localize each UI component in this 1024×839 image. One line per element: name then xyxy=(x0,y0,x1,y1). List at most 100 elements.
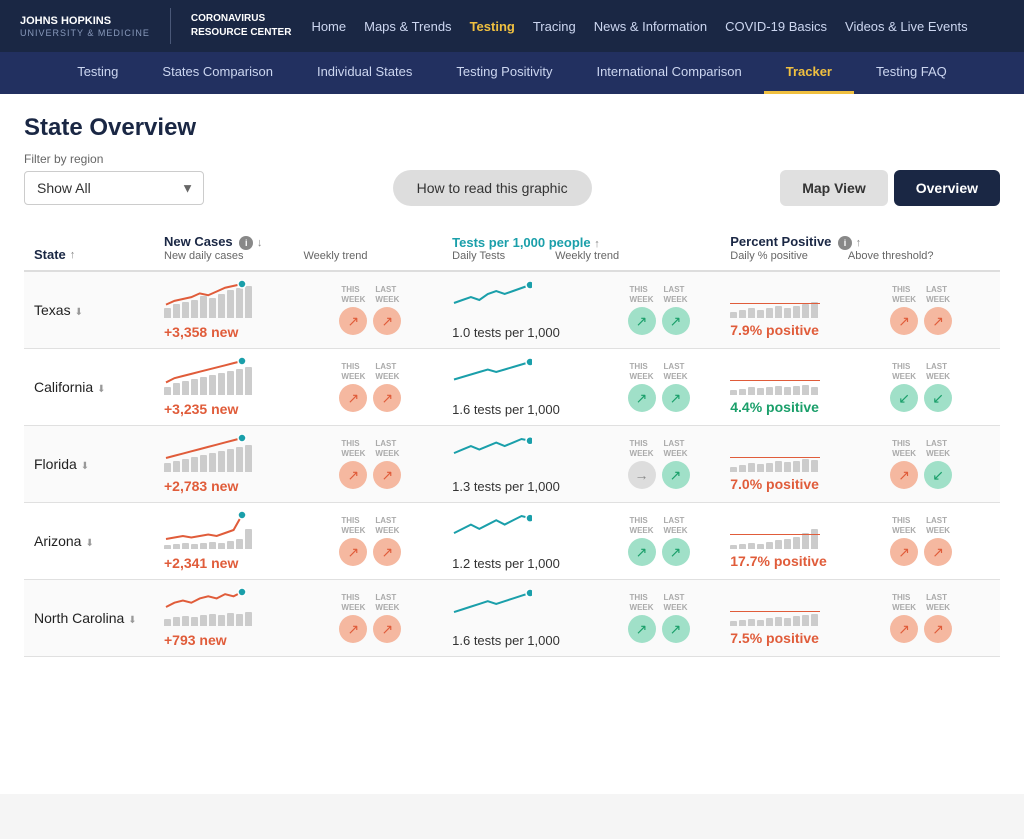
sort-up-icon[interactable]: ↑ xyxy=(70,249,76,261)
filter-label: Filter by region xyxy=(24,152,1000,166)
percent-positive-value: 4.4% positive xyxy=(730,399,870,415)
download-icon[interactable]: ⬇ xyxy=(75,307,83,318)
tests-trend-cell: THISWEEK↗LASTWEEK↗ xyxy=(618,271,721,349)
how-to-button[interactable]: How to read this graphic xyxy=(393,170,592,206)
percent-sort-icon[interactable]: ↑ xyxy=(856,237,862,249)
map-view-button[interactable]: Map View xyxy=(780,170,888,206)
percent-positive-chart xyxy=(730,359,820,395)
subnav-testing[interactable]: Testing xyxy=(55,52,140,94)
main-content: State Overview Filter by region Show All… xyxy=(0,94,1024,794)
trend-arrow-icon: ↗ xyxy=(339,461,367,489)
percent-positive-chart xyxy=(730,590,820,626)
main-nav-links: Home Maps & Trends Testing Tracing News … xyxy=(311,19,967,34)
mini-line-chart xyxy=(452,512,532,548)
state-cell: North Carolina⬇ xyxy=(24,580,154,657)
above-threshold-cell: THISWEEK↙LASTWEEK↙ xyxy=(880,349,1000,426)
percent-positive-value: 7.0% positive xyxy=(730,476,870,492)
subnav-individual-states[interactable]: Individual States xyxy=(295,52,434,94)
new-cases-chart-cell: +3,235 new xyxy=(154,349,329,426)
subnav-states-comparison[interactable]: States Comparison xyxy=(140,52,295,94)
download-icon[interactable]: ⬇ xyxy=(97,384,105,395)
cases-trend-cell: THISWEEK↗LASTWEEK↗ xyxy=(329,580,442,657)
new-cases-chart-cell: +793 new xyxy=(154,580,329,657)
nav-covid-basics[interactable]: COVID-19 Basics xyxy=(725,19,827,34)
percent-positive-chart xyxy=(730,282,820,318)
th-percent: Percent Positive i ↑ Daily % positive Ab… xyxy=(720,226,1000,271)
new-cases-value: +793 new xyxy=(164,632,319,648)
mini-line-chart xyxy=(164,588,274,624)
state-name: Florida⬇ xyxy=(34,456,144,472)
above-threshold-cell: THISWEEK↗LASTWEEK↗ xyxy=(880,503,1000,580)
trend-arrow-icon: ↗ xyxy=(662,384,690,412)
download-icon[interactable]: ⬇ xyxy=(81,461,89,472)
state-cell: California⬇ xyxy=(24,349,154,426)
percent-positive-value: 17.7% positive xyxy=(730,553,870,569)
nav-home[interactable]: Home xyxy=(311,19,346,34)
sub-nav: Testing States Comparison Individual Sta… xyxy=(0,52,1024,94)
trend-arrow-icon: ↗ xyxy=(662,538,690,566)
percent-positive-value: 7.5% positive xyxy=(730,630,870,646)
subnav-faq[interactable]: Testing FAQ xyxy=(854,52,969,94)
overview-button[interactable]: Overview xyxy=(894,170,1000,206)
tests-sort-icon[interactable]: ↑ xyxy=(594,238,600,250)
subnav-tracker[interactable]: Tracker xyxy=(764,52,854,94)
state-name: Texas⬇ xyxy=(34,302,144,318)
mini-line-chart xyxy=(452,435,532,471)
subnav-testing-positivity[interactable]: Testing Positivity xyxy=(434,52,574,94)
table-body: Texas⬇+3,358 newTHISWEEK↗LASTWEEK↗1.0 te… xyxy=(24,271,1000,657)
trend-arrow-icon: ↗ xyxy=(373,615,401,643)
page-title: State Overview xyxy=(24,114,1000,142)
mini-line-chart xyxy=(452,358,532,394)
trend-arrow-icon: ↗ xyxy=(373,538,401,566)
nav-testing[interactable]: Testing xyxy=(470,19,515,34)
mini-line-chart xyxy=(164,434,274,470)
trend-arrow-icon: ↗ xyxy=(662,461,690,489)
trend-arrow-icon: ↗ xyxy=(339,384,367,412)
nav-maps[interactable]: Maps & Trends xyxy=(364,19,451,34)
trend-arrow-icon: ↗ xyxy=(924,538,952,566)
nav-videos[interactable]: Videos & Live Events xyxy=(845,19,968,34)
trend-arrow-icon: → xyxy=(628,461,656,489)
th-tests: Tests per 1,000 people ↑ Daily Tests Wee… xyxy=(442,226,720,271)
trend-arrow-icon: ↗ xyxy=(373,461,401,489)
download-icon[interactable]: ⬇ xyxy=(128,615,136,626)
region-select-wrapper: Show All ▼ xyxy=(24,171,204,205)
new-cases-sort-icon[interactable]: ↓ xyxy=(257,237,263,249)
cases-trend-cell: THISWEEK↗LASTWEEK↗ xyxy=(329,271,442,349)
percent-info-icon[interactable]: i xyxy=(838,236,852,250)
download-icon[interactable]: ⬇ xyxy=(85,538,93,549)
region-select[interactable]: Show All xyxy=(24,171,204,205)
top-nav: JOHNS HOPKINS UNIVERSITY & MEDICINE CORO… xyxy=(0,0,1024,52)
state-cell: Texas⬇ xyxy=(24,271,154,349)
mini-line-chart xyxy=(164,280,274,316)
table-header-row: State ↑ New Cases i ↓ New daily cases We… xyxy=(24,226,1000,271)
above-threshold-cell: THISWEEK↗LASTWEEK↗ xyxy=(880,580,1000,657)
percent-positive-chart-cell: 17.7% positive xyxy=(720,503,880,580)
trend-arrow-icon: ↗ xyxy=(628,615,656,643)
percent-positive-chart-cell: 7.9% positive xyxy=(720,271,880,349)
percent-positive-value: 7.9% positive xyxy=(730,322,870,338)
new-cases-info-icon[interactable]: i xyxy=(239,236,253,250)
above-threshold-cell: THISWEEK↗LASTWEEK↗ xyxy=(880,271,1000,349)
view-buttons: Map View Overview xyxy=(780,170,1000,206)
trend-arrow-icon: ↗ xyxy=(890,461,918,489)
resource-center-label: CORONAVIRUSRESOURCE CENTER xyxy=(191,12,292,40)
mini-line-chart xyxy=(452,281,532,317)
new-cases-value: +3,235 new xyxy=(164,401,319,417)
mini-line-chart xyxy=(164,357,274,393)
nav-news[interactable]: News & Information xyxy=(594,19,707,34)
threshold-line xyxy=(730,534,820,535)
cases-trend-cell: THISWEEK↗LASTWEEK↗ xyxy=(329,503,442,580)
cases-trend-cell: THISWEEK↗LASTWEEK↗ xyxy=(329,426,442,503)
trend-arrow-icon: ↗ xyxy=(924,307,952,335)
subnav-international[interactable]: International Comparison xyxy=(574,52,763,94)
state-name: North Carolina⬇ xyxy=(34,610,144,626)
new-cases-value: +2,341 new xyxy=(164,555,319,571)
trend-arrow-icon: ↗ xyxy=(339,538,367,566)
nav-tracing[interactable]: Tracing xyxy=(533,19,576,34)
percent-positive-chart-cell: 4.4% positive xyxy=(720,349,880,426)
tests-chart-cell: 1.3 tests per 1,000 xyxy=(442,426,617,503)
threshold-line xyxy=(730,611,820,612)
table-row: North Carolina⬇ +793 new THISWEEK↗LASTWEEK… xyxy=(24,580,1000,657)
percent-positive-chart-cell: 7.0% positive xyxy=(720,426,880,503)
